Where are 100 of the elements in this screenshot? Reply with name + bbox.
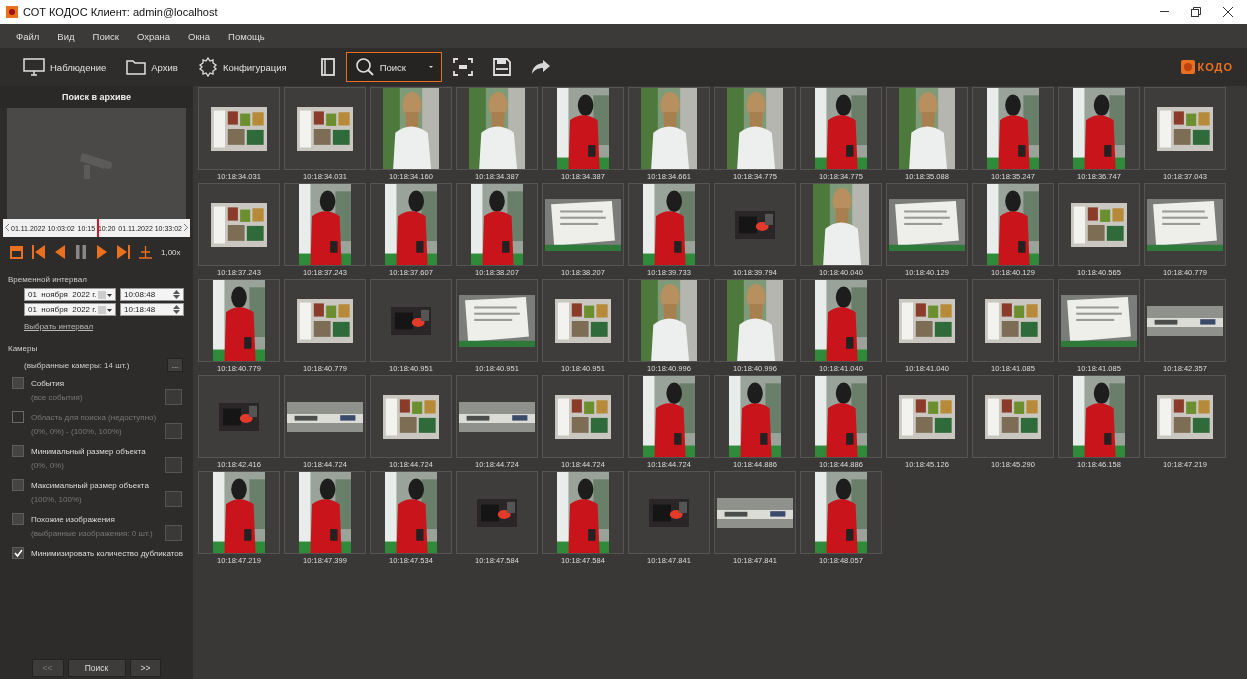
thumbnail[interactable] [1144, 375, 1226, 458]
thumbnail[interactable] [1058, 279, 1140, 362]
search-button[interactable]: Поиск [345, 52, 442, 82]
checkbox[interactable] [12, 513, 24, 525]
thumbnail[interactable] [800, 183, 882, 266]
thumbnail[interactable] [628, 375, 710, 458]
minimize-icon[interactable] [1160, 11, 1169, 13]
spinner-icon [173, 305, 180, 314]
menu-item[interactable]: Окна [188, 30, 211, 42]
scroll-right-icon[interactable] [184, 224, 188, 231]
pause-icon[interactable] [76, 245, 86, 259]
thumbnail[interactable] [456, 375, 538, 458]
thumbnail[interactable] [1144, 183, 1226, 266]
monitor-button[interactable]: Наблюдение [14, 52, 116, 82]
thumbnail[interactable] [800, 87, 882, 170]
interval-link[interactable]: Выбрать интервал [0, 317, 118, 336]
thumbnail[interactable] [542, 279, 624, 362]
thumbnail[interactable] [370, 471, 452, 554]
thumbnail[interactable] [370, 183, 452, 266]
thumbnail[interactable] [284, 87, 366, 170]
thumbnail[interactable] [714, 279, 796, 362]
thumbnail[interactable] [370, 279, 452, 362]
date-field[interactable]: 01 ноября 2022 г. [24, 288, 116, 301]
thumbnail[interactable] [886, 183, 968, 266]
browse-button[interactable]: ... [167, 358, 183, 372]
thumbnail[interactable] [456, 279, 538, 362]
thumbnail[interactable] [456, 471, 538, 554]
dropdown-icon [98, 305, 112, 314]
checkbox[interactable] [12, 479, 24, 491]
menu-item[interactable]: Вид [57, 30, 75, 42]
thumbnail[interactable] [800, 279, 882, 362]
thumbnail[interactable] [542, 471, 624, 554]
thumbnail[interactable] [1058, 375, 1140, 458]
dropdown-icon [98, 290, 112, 299]
skip-start-icon[interactable] [32, 245, 45, 259]
checkbox[interactable] [12, 547, 24, 559]
play-icon[interactable] [95, 245, 108, 259]
thumbnail[interactable] [1058, 183, 1140, 266]
thumbnail[interactable] [714, 183, 796, 266]
thumbnail[interactable] [714, 471, 796, 554]
thumbnail[interactable] [198, 375, 280, 458]
thumbnail[interactable] [628, 279, 710, 362]
thumbnail[interactable] [972, 279, 1054, 362]
filter-label: Похожие изображения [31, 514, 116, 524]
scroll-left-icon[interactable] [5, 224, 9, 231]
thumbnail[interactable] [198, 183, 280, 266]
thumbnail[interactable] [714, 375, 796, 458]
skip-end-icon[interactable] [117, 245, 130, 259]
thumbnail[interactable] [370, 87, 452, 170]
thumbnail[interactable] [714, 87, 796, 170]
thumbnail[interactable] [370, 375, 452, 458]
checkbox[interactable] [12, 377, 24, 389]
fullscreen-icon [453, 58, 473, 76]
thumbnail[interactable] [1058, 87, 1140, 170]
thumbnail[interactable] [886, 279, 968, 362]
thumbnail[interactable] [628, 471, 710, 554]
window-title: СОТ КОДОС Клиент: admin@localhost [23, 6, 218, 18]
thumbnail[interactable] [456, 183, 538, 266]
playhead[interactable] [96, 219, 99, 237]
thumbnail[interactable] [800, 375, 882, 458]
thumbnail[interactable] [284, 471, 366, 554]
thumbnail[interactable] [886, 375, 968, 458]
thumbnail[interactable] [284, 279, 366, 362]
date-field[interactable]: 01 ноября 2022 г. [24, 303, 116, 316]
restore-icon[interactable] [1191, 7, 1201, 17]
thumbnail[interactable] [198, 279, 280, 362]
pager-button[interactable]: >> [129, 659, 162, 677]
menu-item[interactable]: Помощь [228, 30, 265, 42]
thumbnail[interactable] [198, 87, 280, 170]
calendar-icon[interactable] [10, 245, 23, 259]
menu-item[interactable]: Файл [16, 30, 40, 42]
thumbnail[interactable] [628, 183, 710, 266]
filter-label: События [31, 378, 66, 388]
thumbnail[interactable] [198, 471, 280, 554]
menu-item[interactable]: Поиск [92, 30, 119, 42]
thumbnail[interactable] [284, 183, 366, 266]
thumbnail[interactable] [972, 375, 1054, 458]
thumbnail[interactable] [972, 183, 1054, 266]
checkbox[interactable] [12, 445, 24, 457]
thumbnail[interactable] [542, 87, 624, 170]
thumbnail[interactable] [886, 87, 968, 170]
step-back-icon[interactable] [54, 245, 67, 259]
filter-label: Минимизировать количество дубликатов [31, 548, 183, 558]
close-icon[interactable] [1223, 7, 1233, 17]
thumbnail[interactable] [628, 87, 710, 170]
pager-button[interactable]: Поиск [67, 659, 126, 677]
thumbnail[interactable] [284, 375, 366, 458]
folder-button[interactable]: Архив [117, 52, 187, 82]
gear-button[interactable]: Конфигурация [188, 52, 296, 82]
thumbnail[interactable] [972, 87, 1054, 170]
thumbnail[interactable] [542, 183, 624, 266]
thumbnail[interactable] [1144, 279, 1226, 362]
time-field[interactable]: 10:08:48 [120, 288, 184, 301]
thumbnail[interactable] [800, 471, 882, 554]
thumbnail[interactable] [1144, 87, 1226, 170]
thumbnail[interactable] [456, 87, 538, 170]
speed-icon[interactable] [139, 245, 152, 259]
thumbnail[interactable] [542, 375, 624, 458]
time-field[interactable]: 10:18:48 [120, 303, 184, 316]
menu-item[interactable]: Охрана [136, 30, 170, 42]
